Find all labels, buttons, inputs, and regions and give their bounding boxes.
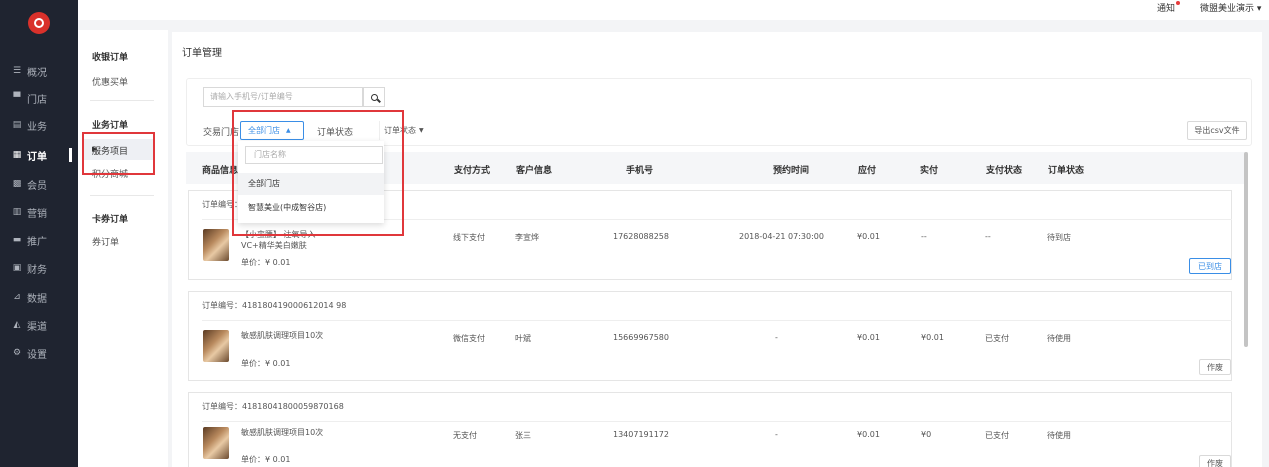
amount-paid: --: [921, 232, 927, 241]
nav-item-settings[interactable]: ⚙ 设置: [0, 343, 78, 363]
left-nav: ☰ 概况 ▀ 门店 ▤ 业务 ▦ 订单 ▩ 会员 ▥ 营销 ▬ 推广 ▣ 财务 ⊿ 数据 ◭ 渠道 …: [0, 0, 78, 467]
overview-icon: ☰: [12, 66, 22, 76]
column-header: 支付方式: [454, 166, 491, 176]
nav-item-channel[interactable]: ◭ 渠道: [0, 315, 78, 335]
subnav-divider: [90, 100, 154, 101]
product-thumbnail: [203, 330, 229, 362]
sub-nav: 收银订单 优惠买单 业务订单 积分商城 卡券订单 券订单: [78, 30, 168, 467]
nav-item-business[interactable]: ▤ 业务: [0, 115, 78, 135]
caret-down-icon: ▼: [419, 127, 424, 134]
phone-number: 13407191172: [613, 430, 669, 439]
customer-name: 张三: [515, 431, 531, 440]
subnav-item-offer[interactable]: 优惠买单: [92, 75, 128, 88]
product-price: 单价：¥ 0.01: [241, 258, 291, 267]
order-number: 订单编号：41818041800059870168: [202, 402, 344, 411]
top-bar: [78, 0, 1269, 20]
amount-due: ¥0.01: [857, 232, 880, 241]
void-button[interactable]: 作废: [1199, 455, 1231, 467]
nav-item-store[interactable]: ▀ 门店: [0, 88, 78, 108]
appointment-time: 2018-04-21 07:30:00: [739, 232, 824, 241]
column-header: 支付状态: [986, 166, 1023, 176]
promotion-icon: ▬: [12, 235, 22, 245]
search-icon: [370, 93, 378, 101]
column-header: 实付: [920, 166, 939, 176]
store-icon: ▀: [13, 93, 21, 103]
column-header: 应付: [858, 166, 877, 176]
pay-status: --: [985, 232, 991, 241]
app-logo[interactable]: [28, 12, 50, 34]
pay-method: 微信支付: [453, 334, 485, 343]
column-header: 客户信息: [516, 166, 553, 176]
column-header: 手机号: [626, 166, 654, 176]
phone-number: 15669967580: [613, 333, 669, 342]
subnav-group-card: 卡券订单: [92, 215, 129, 225]
appointment-time: -: [775, 333, 778, 342]
product-thumbnail: [203, 229, 229, 261]
order-status: 待使用: [1047, 334, 1071, 343]
order-card: 订单编号：418180419000612014 98 敏感肌肤调理项目10次 单…: [188, 291, 1232, 381]
phone-number: 17628088258: [613, 232, 669, 241]
void-button[interactable]: 作废: [1199, 359, 1231, 375]
order-divider: [202, 421, 1232, 422]
channel-icon: ◭: [13, 320, 21, 330]
nav-item-finance[interactable]: ▣ 财务: [0, 258, 78, 278]
amount-due: ¥0.01: [857, 430, 880, 439]
product-name-line2: VC+精华美白嫩肤: [241, 241, 307, 250]
highlight-box-service: [82, 132, 155, 175]
main-panel: 订单管理 请输入手机号/订单编号 交易门店 全部门店 ▲ 订单状态 订单状态 ▼ 导…: [172, 32, 1262, 467]
members-icon: ▩: [12, 179, 22, 189]
amount-paid: ¥0.01: [921, 333, 944, 342]
subnav-group-business: 业务订单: [92, 121, 129, 131]
order-status: 待使用: [1047, 431, 1071, 440]
orders-icon: ▦: [12, 150, 22, 160]
customer-name: 叶斌: [515, 334, 531, 343]
amount-paid: ¥0: [921, 430, 932, 439]
gear-icon: ⚙: [12, 348, 22, 358]
nav-item-members[interactable]: ▩ 会员: [0, 174, 78, 194]
notification-dot: [1176, 1, 1181, 5]
user-menu[interactable]: 微盟美业演示 ▾: [1200, 1, 1261, 14]
search-button[interactable]: [363, 87, 385, 107]
highlight-box-store: [232, 110, 404, 236]
product-thumbnail: [203, 427, 229, 459]
finance-icon: ▣: [12, 263, 22, 273]
product-name: 敏感肌肤调理项目10次: [241, 428, 324, 437]
notification-link[interactable]: 通知: [1157, 1, 1181, 14]
business-icon: ▤: [12, 120, 22, 130]
page-title: 订单管理: [182, 48, 222, 59]
order-card: 订单编号：41818041800059870168 敏感肌肤调理项目10次 单价…: [188, 392, 1232, 467]
subnav-item-coupon[interactable]: 券订单: [92, 235, 119, 248]
nav-item-orders[interactable]: ▦ 订单: [0, 145, 78, 165]
pay-method: 线下支付: [453, 233, 485, 242]
column-header: 订单状态: [1048, 166, 1085, 176]
product-name: 敏感肌肤调理项目10次: [241, 331, 324, 340]
pay-method: 无支付: [453, 431, 477, 440]
scrollbar[interactable]: [1244, 152, 1248, 347]
subnav-group-cashier: 收银订单: [92, 53, 129, 63]
pay-status: 已支付: [985, 334, 1009, 343]
product-price: 单价：¥ 0.01: [241, 359, 291, 368]
export-csv-button[interactable]: 导出csv文件: [1187, 121, 1247, 140]
arrived-button[interactable]: 已到店: [1189, 258, 1231, 274]
amount-due: ¥0.01: [857, 333, 880, 342]
pay-status: 已支付: [985, 431, 1009, 440]
nav-item-promotion[interactable]: ▬ 推广: [0, 230, 78, 250]
nav-item-overview[interactable]: ☰ 概况: [0, 61, 78, 81]
nav-item-data[interactable]: ⊿ 数据: [0, 287, 78, 307]
product-price: 单价：¥ 0.01: [241, 455, 291, 464]
subnav-divider: [90, 195, 154, 196]
order-divider: [202, 320, 1232, 321]
nav-item-marketing[interactable]: ▥ 营销: [0, 202, 78, 222]
customer-name: 李宣烨: [515, 233, 539, 242]
appointment-time: -: [775, 430, 778, 439]
marketing-icon: ▥: [12, 207, 22, 217]
order-number: 订单编号：418180419000612014 98: [202, 301, 347, 310]
column-header: 预约时间: [773, 166, 810, 176]
data-icon: ⊿: [13, 292, 21, 302]
nav-active-indicator: [69, 148, 72, 162]
search-input[interactable]: 请输入手机号/订单编号: [203, 87, 363, 107]
order-status: 待到店: [1047, 233, 1071, 242]
